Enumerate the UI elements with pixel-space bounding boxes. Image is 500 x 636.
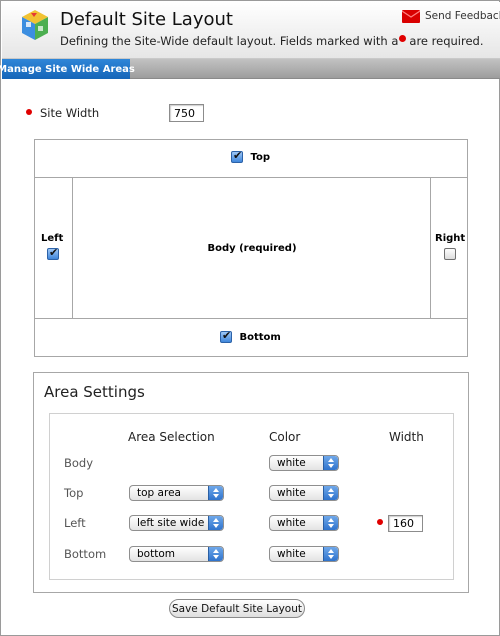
select-arrows-icon (323, 547, 338, 561)
right-checkbox[interactable] (444, 248, 456, 260)
select-arrows-icon (323, 486, 338, 500)
layout-diagram: Top Left Body (required) Right Bottom (34, 139, 468, 357)
bottom-region-label: Bottom (239, 332, 281, 343)
area-settings-table: Area Selection Color Width Body white To… (49, 413, 454, 580)
bottom-color-value: white (277, 548, 306, 560)
top-region-label: Top (250, 152, 271, 163)
left-color-value: white (277, 517, 306, 529)
site-width-required-icon (26, 109, 32, 115)
subtitle-text-after: are required. (409, 34, 484, 48)
header: Default Site Layout Defining the Site-Wi… (2, 2, 500, 59)
top-region-control: Top (231, 149, 271, 163)
layout-region-left: Left (34, 177, 73, 319)
page-subtitle: Defining the Site-Wide default layout. F… (60, 34, 484, 48)
row-label-body: Body (64, 456, 94, 470)
send-feedback-link[interactable]: Send Feedback (402, 8, 500, 24)
top-checkbox[interactable] (231, 149, 243, 163)
page-frame: Default Site Layout Defining the Site-Wi… (0, 0, 500, 636)
layout-region-body: Body (required) (73, 177, 431, 319)
left-width-required-icon (377, 519, 383, 525)
left-area-select[interactable]: left site wide (129, 515, 224, 531)
subtitle-text-before: Defining the Site-Wide default layout. F… (60, 34, 399, 48)
area-settings-title: Area Settings (44, 383, 145, 401)
left-area-value: left site wide (137, 517, 205, 529)
left-width-input[interactable] (388, 515, 423, 532)
select-arrows-icon (208, 486, 223, 500)
site-width-input[interactable] (169, 104, 204, 122)
bottom-region-control: Bottom (220, 329, 281, 343)
column-header-width: Width (389, 430, 424, 444)
layout-cube-icon (22, 10, 48, 40)
bottom-area-value: bottom (137, 548, 175, 560)
column-header-area-selection: Area Selection (128, 430, 215, 444)
body-color-value: white (277, 457, 306, 469)
area-settings-panel: Area Settings Area Selection Color Width… (33, 372, 469, 593)
select-arrows-icon (208, 516, 223, 530)
select-arrows-icon (208, 547, 223, 561)
left-region-label: Left (41, 233, 64, 244)
top-color-value: white (277, 487, 306, 499)
body-color-select[interactable]: white (269, 455, 339, 471)
left-checkbox[interactable] (47, 246, 59, 260)
column-header-color: Color (269, 430, 301, 444)
tab-bar: Manage Site Wide Areas (0, 59, 500, 79)
envelope-icon (402, 9, 420, 23)
row-label-top: Top (64, 486, 84, 500)
layout-region-right: Right (430, 177, 468, 319)
body-region-label: Body (required) (207, 242, 297, 254)
top-area-select[interactable]: top area (129, 485, 224, 501)
left-color-select[interactable]: white (269, 515, 339, 531)
send-feedback-label: Send Feedback (425, 10, 500, 22)
required-marker-icon (399, 35, 407, 42)
top-color-select[interactable]: white (269, 485, 339, 501)
select-arrows-icon (323, 456, 338, 470)
row-label-bottom: Bottom (64, 547, 107, 561)
save-default-site-layout-button[interactable]: Save Default Site Layout (169, 599, 305, 618)
bottom-checkbox[interactable] (220, 329, 232, 343)
top-area-value: top area (137, 487, 181, 499)
page-title: Default Site Layout (60, 9, 233, 30)
site-width-label: Site Width (40, 106, 100, 120)
layout-region-top: Top (34, 139, 468, 178)
tab-manage-site-wide-areas[interactable]: Manage Site Wide Areas (0, 59, 135, 79)
layout-region-bottom: Bottom (34, 318, 468, 357)
bottom-color-select[interactable]: white (269, 546, 339, 562)
select-arrows-icon (323, 516, 338, 530)
row-label-left: Left (64, 516, 86, 530)
right-region-label: Right (435, 233, 466, 244)
bottom-area-select[interactable]: bottom (129, 546, 224, 562)
